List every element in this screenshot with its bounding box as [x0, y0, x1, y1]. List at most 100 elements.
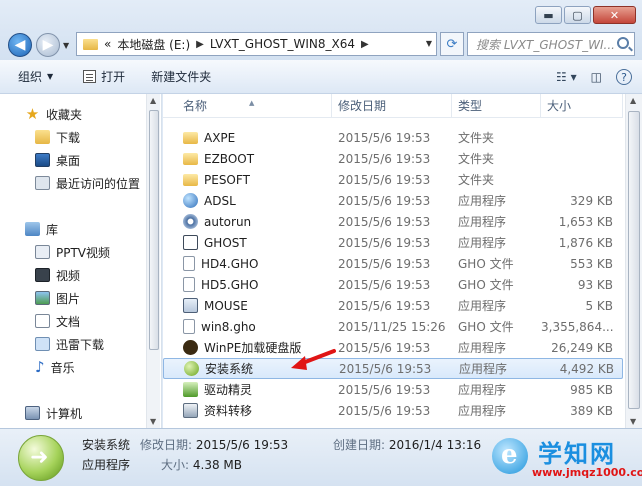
- file-name: win8.gho: [201, 319, 256, 334]
- details-created-value: 2016/1/4 13:16: [388, 438, 482, 452]
- organize-label: 组织: [18, 70, 43, 84]
- view-options-icon[interactable]: ☷ ▾: [556, 70, 577, 84]
- nav-videos[interactable]: 视频: [35, 264, 80, 286]
- file-size: 553 KB: [570, 256, 613, 271]
- nav-downloads[interactable]: 下载: [35, 126, 80, 148]
- address-bar[interactable]: « 本地磁盘 (E:) ▶ LVXT_GHOST_WIN8_X64 ▶ ▼: [76, 32, 437, 56]
- window-controls: ▬ ▢ ✕: [533, 6, 636, 24]
- column-type-label: 类型: [458, 99, 483, 113]
- file-row[interactable]: 安装系统 2015/5/6 19:53 应用程序 4,492 KB: [163, 358, 623, 379]
- file-date: 2015/5/6 19:53: [339, 361, 432, 376]
- downloads-folder-icon: [35, 130, 50, 144]
- details-created-label: 创建日期:: [333, 438, 386, 452]
- column-name[interactable]: ▲ 名称: [163, 94, 332, 117]
- file-row[interactable]: MOUSE 2015/5/6 19:53 应用程序 5 KB: [163, 295, 623, 316]
- file-row[interactable]: PESOFT 2015/5/6 19:53 文件夹: [163, 169, 623, 190]
- file-row[interactable]: GHOST 2015/5/6 19:53 应用程序 1,876 KB: [163, 232, 623, 253]
- chevron-right-icon[interactable]: ▶: [196, 39, 204, 50]
- nav-favorites[interactable]: ★ 收藏夹: [25, 103, 82, 125]
- preview-pane-icon[interactable]: ◫: [591, 70, 602, 84]
- nav-desktop[interactable]: 桌面: [35, 149, 80, 171]
- organize-menu[interactable]: 组织 ▼: [18, 68, 53, 85]
- file-type: 应用程序: [458, 194, 507, 208]
- back-button[interactable]: ◀: [8, 33, 32, 57]
- nav-label: 文档: [56, 314, 81, 329]
- breadcrumb-folder[interactable]: LVXT_GHOST_WIN8_X64: [210, 37, 355, 51]
- file-name: AXPE: [204, 130, 236, 145]
- file-date: 2015/5/6 19:53: [338, 193, 431, 208]
- file-date: 2015/5/6 19:53: [338, 214, 431, 229]
- details-modified-value: 2015/5/6 19:53: [195, 438, 289, 452]
- scroll-up-icon[interactable]: ▲: [630, 96, 636, 105]
- file-name: 安装系统: [205, 362, 254, 376]
- chevron-right-icon[interactable]: ▶: [361, 39, 369, 50]
- details-size-value: 4.38 MB: [192, 458, 242, 472]
- gear-icon: [183, 214, 198, 229]
- file-row[interactable]: 资料转移 2015/5/6 19:53 应用程序 389 KB: [163, 400, 623, 421]
- file-list-scrollbar[interactable]: ▲ ▼: [625, 94, 642, 428]
- column-date-label: 修改日期: [338, 99, 387, 113]
- minimize-button[interactable]: ▬: [535, 6, 562, 24]
- file-size: 5 KB: [585, 298, 613, 313]
- file-name-cell: GHOST: [163, 235, 332, 250]
- refresh-button[interactable]: ⟳: [440, 32, 464, 56]
- globe-icon: [183, 193, 198, 208]
- help-icon[interactable]: ?: [616, 69, 632, 85]
- file-row[interactable]: ADSL 2015/5/6 19:53 应用程序 329 KB: [163, 190, 623, 211]
- nav-music[interactable]: ♪ 音乐: [35, 356, 75, 378]
- file-row[interactable]: AXPE 2015/5/6 19:53 文件夹: [163, 127, 623, 148]
- recent-pages-dropdown[interactable]: ▼: [63, 41, 69, 50]
- file-icon: [183, 319, 195, 334]
- nav-computer[interactable]: 计算机: [25, 402, 82, 424]
- file-row[interactable]: HD5.GHO 2015/5/6 19:53 GHO 文件 93 KB: [163, 274, 623, 295]
- command-bar: 组织 ▼ 打开 新建文件夹 ☷ ▾ ◫ ?: [0, 60, 642, 94]
- file-list-scroll-thumb[interactable]: [628, 111, 640, 409]
- nav-pptv[interactable]: PPTV视频: [35, 241, 110, 263]
- column-type[interactable]: 类型: [452, 94, 541, 117]
- file-row[interactable]: EZBOOT 2015/5/6 19:53 文件夹: [163, 148, 623, 169]
- file-row[interactable]: 驱动精灵 2015/5/6 19:53 应用程序 985 KB: [163, 379, 623, 400]
- ghost-icon: [183, 235, 198, 250]
- nav-pictures[interactable]: 图片: [35, 287, 80, 309]
- folder-icon: [83, 38, 98, 50]
- search-icon[interactable]: [617, 37, 629, 49]
- address-dropdown-icon[interactable]: ▼: [426, 39, 432, 48]
- nav-recent-places[interactable]: 最近访问的位置: [35, 172, 140, 194]
- new-folder-button[interactable]: 新建文件夹: [151, 68, 211, 85]
- details-size: 大小: 4.38 MB: [161, 456, 242, 473]
- file-row[interactable]: win8.gho 2015/11/25 15:26 GHO 文件 3,355,864.…: [163, 316, 623, 337]
- breadcrumb-drive[interactable]: 本地磁盘 (E:): [117, 36, 190, 53]
- search-input[interactable]: 搜索 LVXT_GHOST_WI...: [467, 32, 635, 56]
- nav-label: 桌面: [56, 153, 81, 168]
- details-created: 创建日期: 2016/1/4 13:16: [333, 436, 481, 453]
- breadcrumb-overflow[interactable]: «: [104, 37, 111, 51]
- file-row[interactable]: autorun 2015/5/6 19:53 应用程序 1,653 KB: [163, 211, 623, 232]
- column-date[interactable]: 修改日期: [332, 94, 452, 117]
- nav-documents[interactable]: 文档: [35, 310, 80, 332]
- music-note-icon: ♪: [35, 358, 45, 376]
- scroll-up-icon[interactable]: ▲: [150, 96, 156, 105]
- close-button[interactable]: ✕: [593, 6, 636, 24]
- file-date: 2015/5/6 19:53: [338, 172, 431, 187]
- nav-scroll-thumb[interactable]: [149, 110, 159, 350]
- scroll-down-icon[interactable]: ▼: [630, 417, 636, 426]
- file-date: 2015/5/6 19:53: [338, 403, 431, 418]
- file-name-cell: ADSL: [163, 193, 332, 208]
- file-icon: [183, 277, 195, 292]
- nav-xunlei-downloads[interactable]: 迅雷下载: [35, 333, 104, 355]
- column-size-label: 大小: [547, 99, 572, 113]
- computer-icon: [25, 406, 40, 420]
- nav-libraries[interactable]: 库: [25, 218, 58, 240]
- file-row[interactable]: WinPE加载硬盘版 2015/5/6 19:53 应用程序 26,249 KB: [163, 337, 623, 358]
- file-type: 应用程序: [458, 215, 507, 229]
- forward-button[interactable]: ▶: [36, 33, 60, 57]
- file-row[interactable]: HD4.GHO 2015/5/6 19:53 GHO 文件 553 KB: [163, 253, 623, 274]
- maximize-button[interactable]: ▢: [564, 6, 591, 24]
- open-button[interactable]: 打开: [83, 68, 125, 85]
- nav-scrollbar[interactable]: ▲ ▼: [146, 94, 160, 428]
- column-size[interactable]: 大小: [541, 94, 623, 117]
- scroll-down-icon[interactable]: ▼: [150, 417, 156, 426]
- pptv-library-icon: [35, 245, 50, 259]
- file-type: 应用程序: [459, 362, 508, 376]
- file-name-cell: AXPE: [163, 131, 332, 145]
